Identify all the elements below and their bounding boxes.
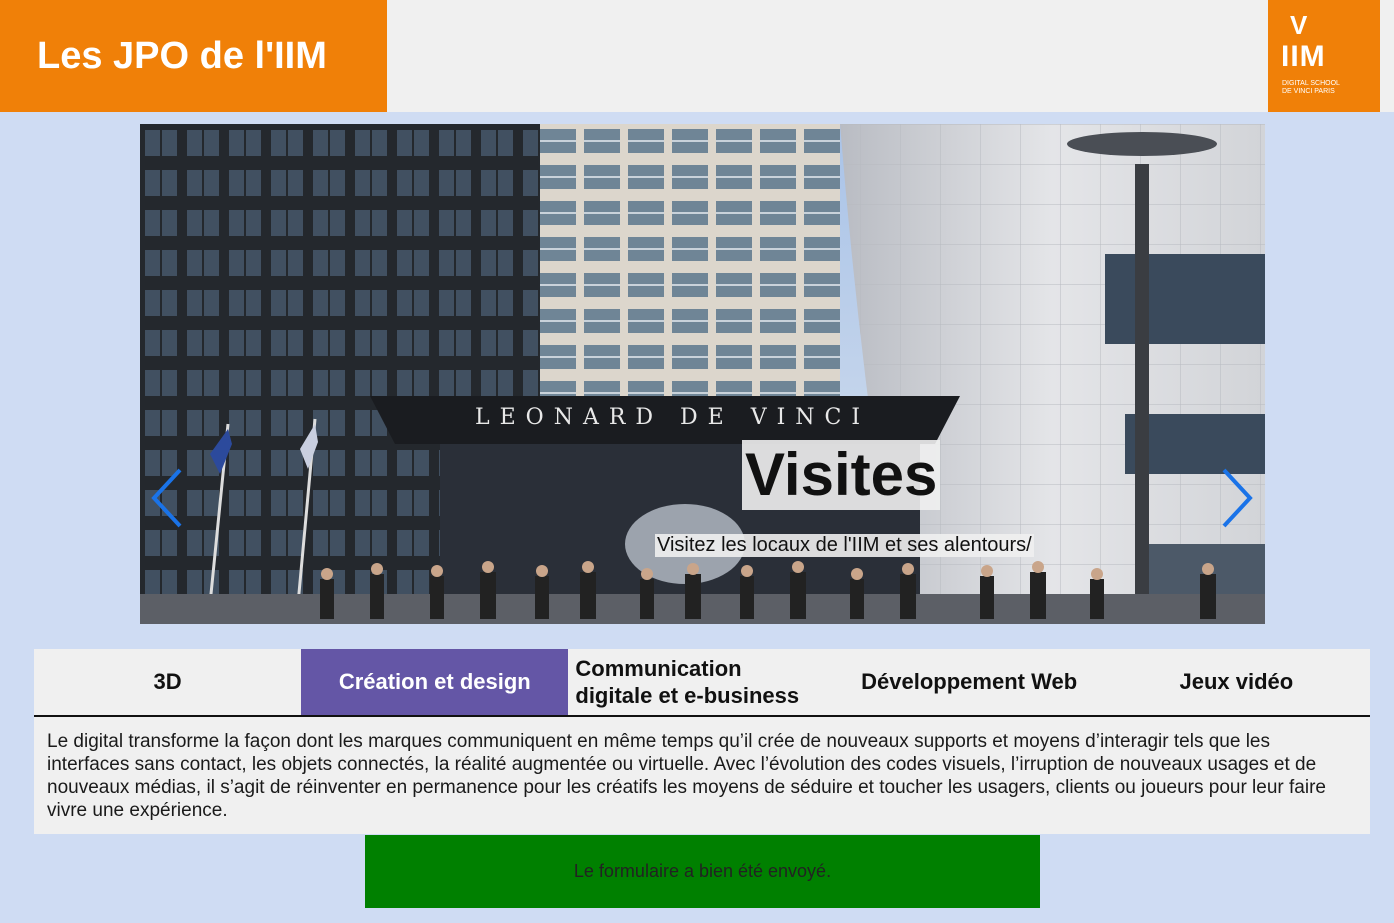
logo-name: IIM <box>1281 40 1326 73</box>
logo-tagline-2: DE VINCI PARIS <box>1282 88 1335 95</box>
tab-jeux-video[interactable]: Jeux vidéo <box>1103 649 1370 715</box>
svg-text:LEONARD DE VINCI: LEONARD DE VINCI <box>475 405 870 430</box>
tab-developpement-web[interactable]: Développement Web <box>836 649 1103 715</box>
tab-label-line-1: Communication <box>575 656 742 681</box>
chevron-left-icon[interactable] <box>148 466 188 530</box>
tab-3d[interactable]: 3D <box>34 649 301 715</box>
slide-subtitle: Visitez les locaux de l'IIM et ses alent… <box>655 534 1034 557</box>
logo-mark: V <box>1290 10 1308 40</box>
success-message: Le formulaire a bien été envoyé. <box>365 835 1040 908</box>
tab-description: Le digital transforme la façon dont les … <box>34 717 1370 834</box>
iim-logo[interactable]: V IIM DIGITAL SCHOOL DE VINCI PARIS <box>1268 0 1380 112</box>
tab-label-line-2: digitale et e-business <box>575 683 800 708</box>
category-tabs: 3D Création et design Communication digi… <box>34 649 1370 717</box>
chevron-right-icon[interactable] <box>1216 466 1256 530</box>
tab-creation-design[interactable]: Création et design <box>301 649 569 715</box>
logo-tagline: DIGITAL SCHOOL <box>1282 80 1340 87</box>
site-title: Les JPO de l'IIM <box>0 0 387 112</box>
tab-communication-digitale[interactable]: Communication digitale et e-business <box>568 649 835 715</box>
header: Les JPO de l'IIM V IIM DIGITAL SCHOOL DE… <box>0 0 1394 112</box>
image-carousel[interactable]: LEONARD DE VINCI Visites Visitez les loc… <box>140 124 1265 624</box>
slide-title: Visites <box>742 440 941 510</box>
